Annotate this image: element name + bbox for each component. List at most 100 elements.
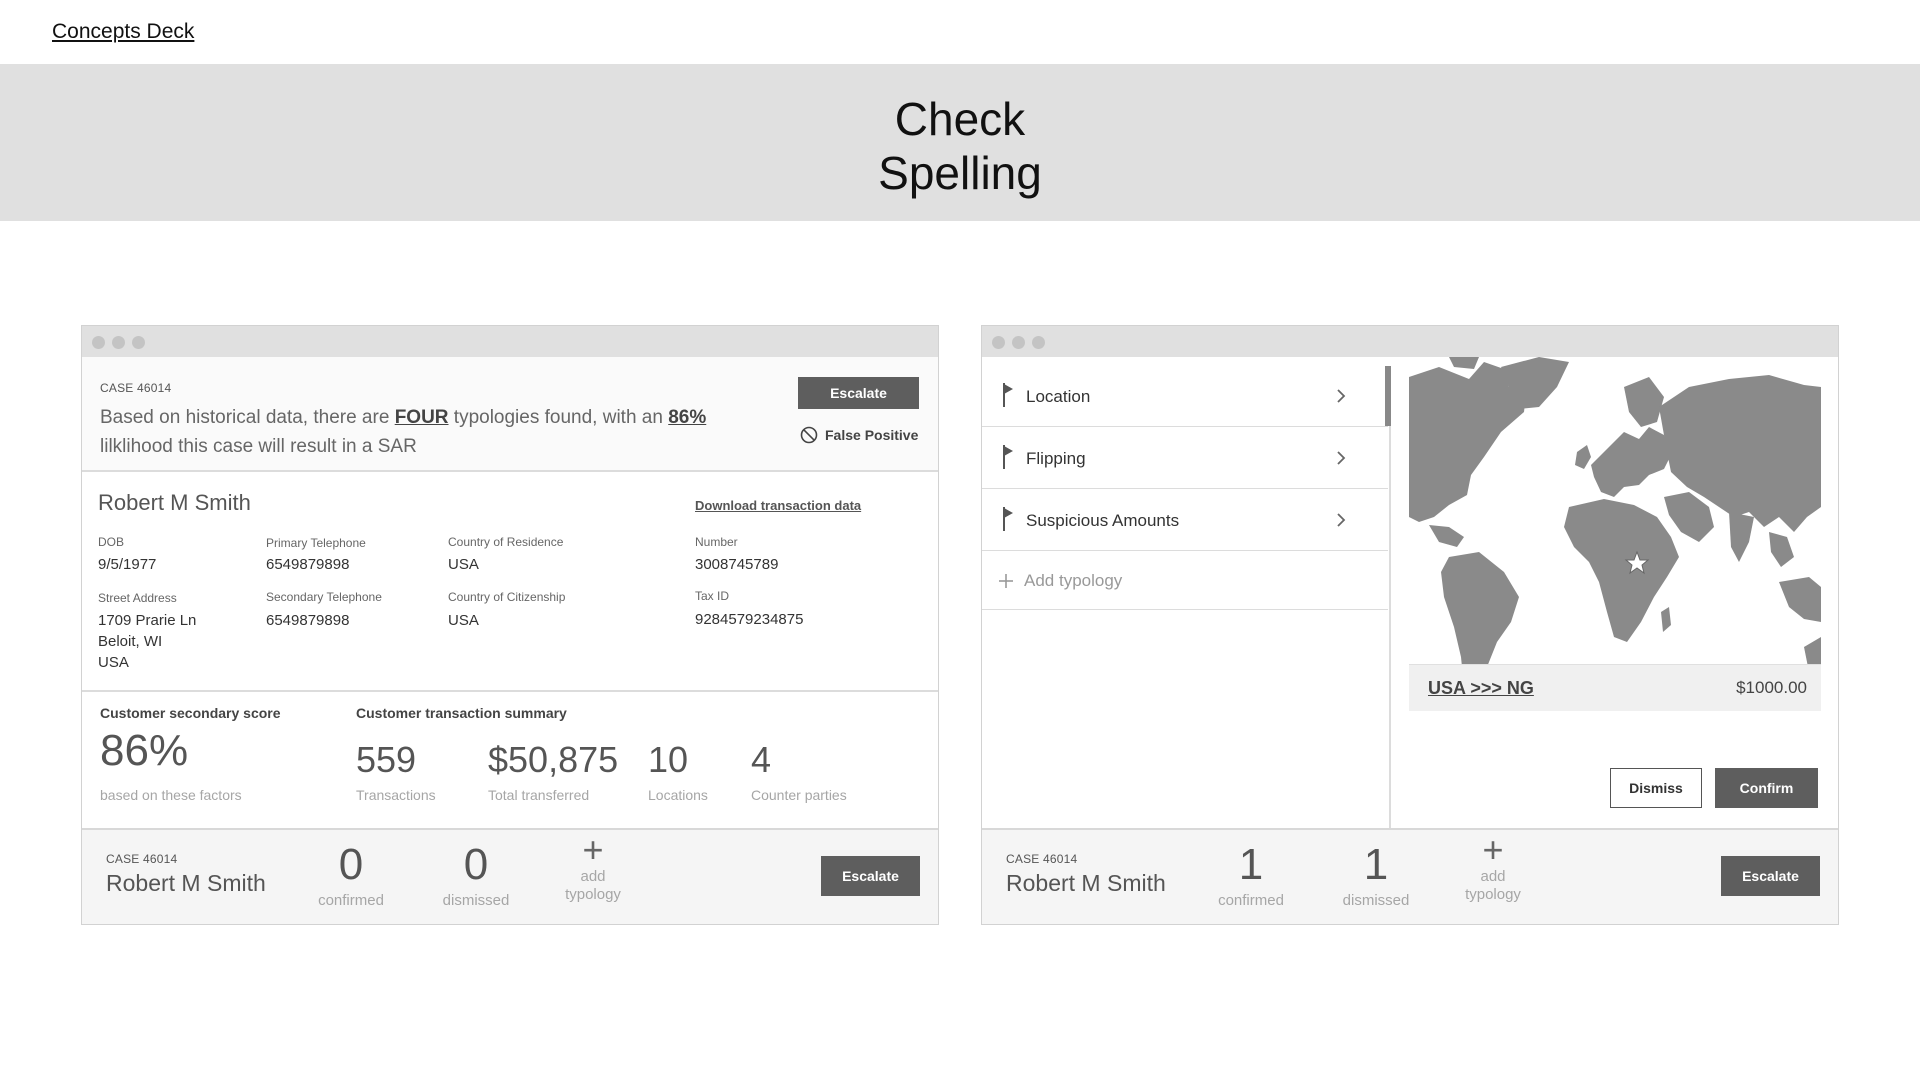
window-dot[interactable] [92, 336, 105, 349]
false-positive-button[interactable]: False Positive [800, 426, 918, 444]
window-dot[interactable] [1032, 336, 1045, 349]
flag-icon [1003, 445, 1013, 469]
dismissed-label: dismissed [1342, 892, 1410, 909]
score-title: Customer secondary score [100, 705, 281, 721]
case-summary-section: CASE 46014 Based on historical data, the… [82, 357, 938, 470]
country-citizenship-label: Country of Citizenship [448, 590, 566, 604]
primary-telephone-label: Primary Telephone [266, 536, 366, 550]
footer-customer-name: Robert M Smith [1006, 870, 1166, 896]
add-typology-label-2: typology [565, 886, 621, 903]
typology-name: Suspicious Amounts [1026, 511, 1180, 530]
divider [82, 690, 938, 692]
dismissed-count: 1 [1363, 840, 1389, 889]
add-typology-row[interactable]: Add typology [982, 552, 1388, 610]
world-map-graphic [1409, 357, 1821, 707]
typology-item-flipping[interactable]: Flipping [982, 428, 1388, 489]
route-amount: $1000.00 [1736, 678, 1807, 697]
dismissed-label: dismissed [442, 892, 510, 909]
transactions-count: 559 [356, 739, 417, 780]
score-sub-label: based on these factors [100, 787, 242, 803]
dob-value: 9/5/1977 [98, 556, 157, 573]
case-label: CASE 46014 [100, 381, 172, 395]
typology-name: Location [1026, 387, 1091, 406]
summary-text: Based on historical data, there are [100, 407, 395, 428]
concepts-deck-link[interactable]: Concepts Deck [52, 20, 194, 44]
add-typology-button[interactable]: + add typology [1443, 832, 1543, 904]
plus-icon [999, 574, 1013, 588]
country-residence-label: Country of Residence [448, 535, 564, 549]
case-footer: CASE 46014 Robert M Smith 0 confirmed 0 … [82, 828, 938, 924]
escalate-button[interactable]: Escalate [798, 377, 919, 409]
window-titlebar [82, 326, 938, 357]
typology-item-suspicious-amounts[interactable]: Suspicious Amounts [982, 490, 1388, 551]
confirmed-count: 0 [338, 840, 364, 889]
chevron-right-icon [1337, 513, 1346, 527]
secondary-telephone-label: Secondary Telephone [266, 590, 382, 604]
download-transaction-link[interactable]: Download transaction data [695, 498, 861, 513]
confirm-button[interactable]: Confirm [1715, 768, 1818, 808]
street-address-label: Street Address [98, 591, 177, 605]
summary-text: lilklihood this case will result in a SA… [100, 436, 417, 457]
locations-label: Locations [648, 787, 708, 803]
transactions-label: Transactions [356, 787, 436, 803]
likelihood-percent: 86% [668, 407, 707, 428]
footer-escalate-button[interactable]: Escalate [1721, 856, 1820, 896]
case-summary-text: Based on historical data, there are FOUR… [100, 403, 760, 461]
footer-case-label: CASE 46014 [1006, 852, 1078, 866]
country-citizenship-value: USA [448, 612, 479, 629]
false-positive-label: False Positive [825, 427, 919, 443]
footer-escalate-button[interactable]: Escalate [821, 856, 920, 896]
window-dot[interactable] [132, 336, 145, 349]
street-address-line1: 1709 Prarie Ln [98, 612, 197, 629]
dob-label: DOB [98, 535, 125, 549]
case-detail-window: CASE 46014 Based on historical data, the… [81, 325, 939, 925]
typology-list: Location Flipping Suspicious Amounts Add… [982, 366, 1391, 828]
window-titlebar [982, 326, 1838, 357]
divider [82, 470, 938, 472]
number-value: 3008745789 [695, 556, 779, 573]
chevron-right-icon [1337, 451, 1346, 465]
dismiss-button[interactable]: Dismiss [1610, 768, 1702, 808]
window-dot[interactable] [112, 336, 125, 349]
typology-map-window: Location Flipping Suspicious Amounts Add… [981, 325, 1839, 925]
confirmed-count: 1 [1238, 840, 1264, 889]
list-scrollbar[interactable] [1385, 366, 1391, 426]
footer-case-label: CASE 46014 [106, 852, 178, 866]
flag-icon [1003, 507, 1013, 531]
street-address-line2: Beloit, WI [98, 633, 163, 650]
confirmed-label: confirmed [1218, 892, 1284, 909]
tax-id-value: 9284579234875 [695, 611, 804, 628]
total-transferred: $50,875 [488, 739, 619, 780]
country-residence-value: USA [448, 556, 479, 573]
confirmed-label: confirmed [318, 892, 384, 909]
total-transferred-label: Total transferred [488, 787, 590, 803]
counter-parties-label: Counter parties [751, 787, 847, 803]
tax-id-label: Tax ID [695, 589, 730, 603]
banner-title-line2: Spelling [878, 147, 1042, 199]
chevron-right-icon [1337, 389, 1346, 403]
typology-item-location[interactable]: Location [982, 366, 1388, 427]
title-banner: Check Spelling [0, 64, 1920, 221]
block-icon [800, 426, 818, 444]
window-dot[interactable] [992, 336, 1005, 349]
world-map[interactable]: USA >>> NG $1000.00 [1409, 357, 1821, 711]
typology-name: Flipping [1026, 449, 1086, 468]
add-typology-label-1: add [580, 868, 606, 885]
footer-customer-name: Robert M Smith [106, 870, 266, 896]
case-footer: CASE 46014 Robert M Smith 1 confirmed 1 … [982, 828, 1838, 924]
street-address-line3: USA [98, 654, 129, 671]
plus-icon: + [582, 829, 604, 870]
plus-icon: + [1482, 829, 1504, 870]
banner-title-line1: Check [894, 93, 1026, 145]
route-link[interactable]: USA >>> NG [1428, 678, 1534, 699]
add-typology-button[interactable]: + add typology [543, 832, 643, 904]
customer-name: Robert M Smith [98, 490, 251, 515]
typology-count: FOUR [394, 407, 449, 428]
summary-text: typologies found, with an [448, 407, 669, 428]
add-typology-label-1: add [1480, 868, 1506, 885]
number-label: Number [695, 535, 738, 549]
flag-icon [1003, 383, 1013, 407]
add-typology-label-2: typology [1465, 886, 1521, 903]
dismissed-count: 0 [463, 840, 489, 889]
window-dot[interactable] [1012, 336, 1025, 349]
